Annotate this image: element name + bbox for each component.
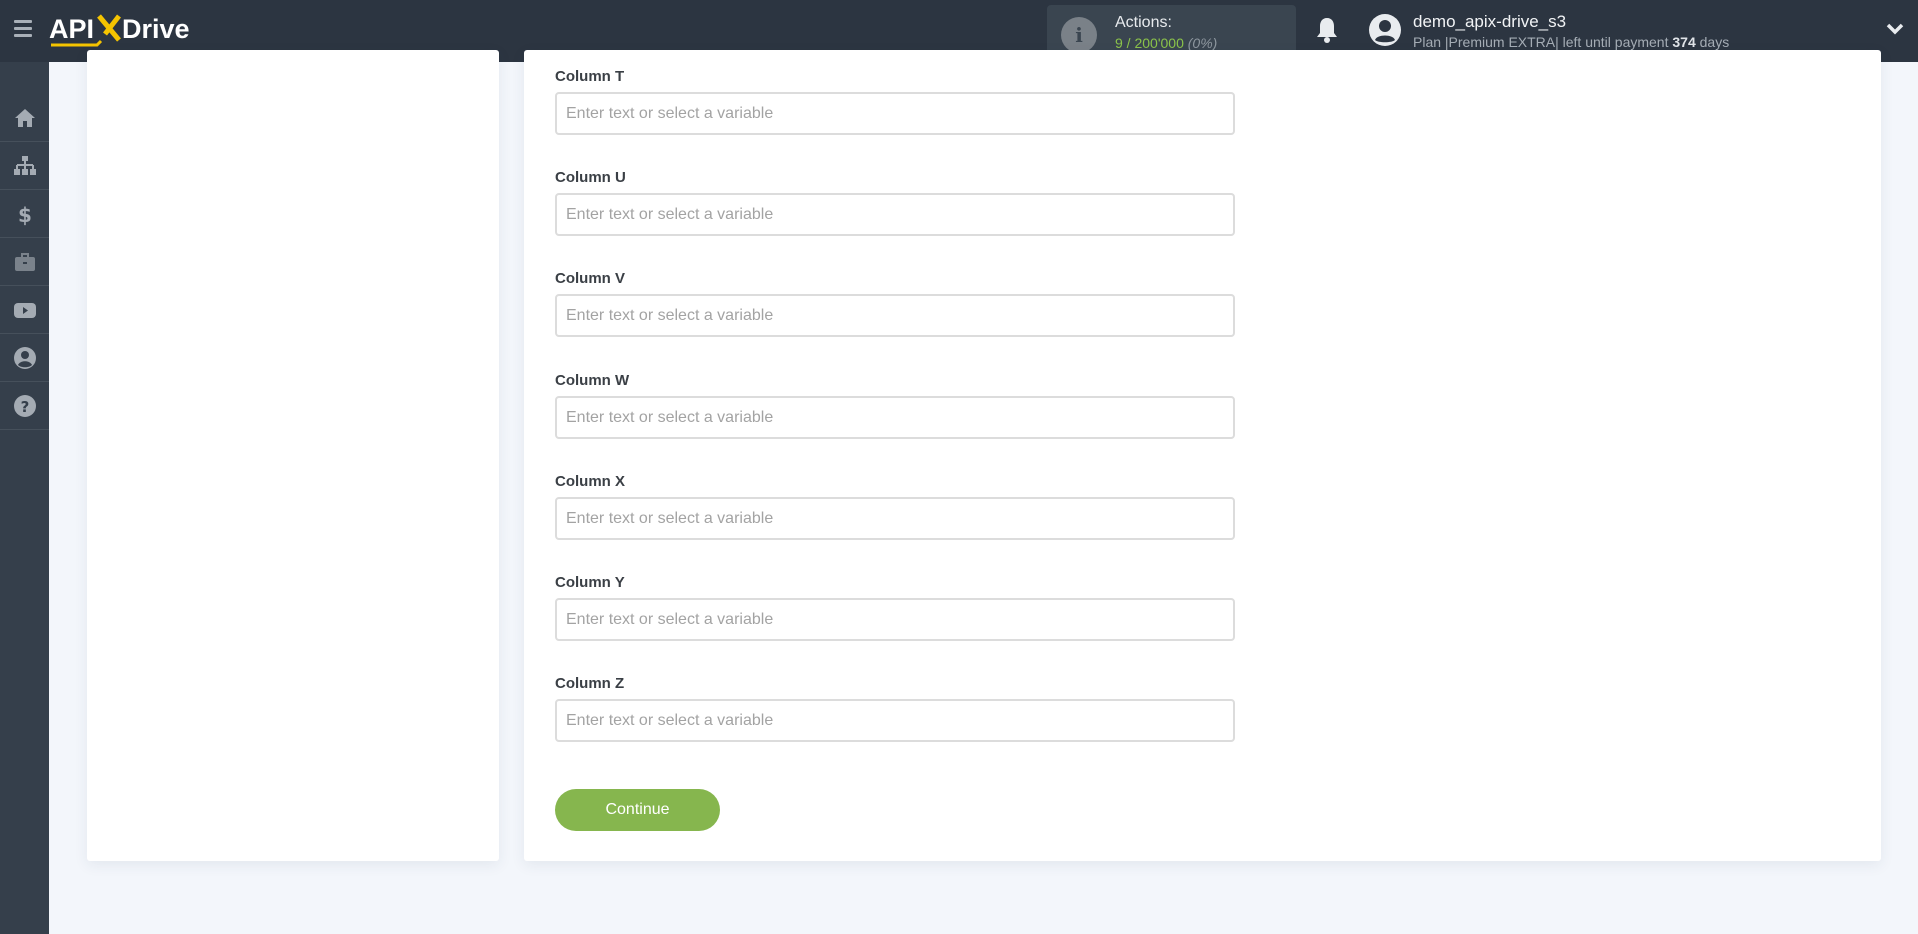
menu-burger-icon[interactable] xyxy=(14,20,32,38)
field-column-t: Column T xyxy=(555,68,1235,135)
bell-icon[interactable] xyxy=(1315,16,1339,44)
field-mapping-form: Column T Column U Column V Column W Colu… xyxy=(524,50,1881,861)
sidebar-item-services[interactable] xyxy=(0,238,49,286)
actions-percent: (0%) xyxy=(1187,35,1218,51)
sidebar-item-home[interactable] xyxy=(0,94,49,142)
actions-used: 9 xyxy=(1115,35,1123,51)
column-z-input[interactable] xyxy=(555,699,1235,742)
sidebar-item-videos[interactable] xyxy=(0,286,49,334)
field-label: Column V xyxy=(555,270,625,287)
svg-text:API: API xyxy=(49,14,94,44)
sidebar-item-help[interactable]: ? xyxy=(0,382,49,430)
field-column-w: Column W xyxy=(555,372,1235,439)
field-column-y: Column Y xyxy=(555,574,1235,641)
briefcase-icon xyxy=(14,252,35,271)
user-avatar-icon[interactable] xyxy=(1369,14,1401,46)
plan-days: 374 xyxy=(1672,34,1696,50)
question-circle-icon: ? xyxy=(13,394,36,417)
actions-label: Actions: xyxy=(1115,14,1172,31)
svg-text:Drive: Drive xyxy=(122,14,190,44)
field-label: Column U xyxy=(555,169,626,186)
field-label: Column Z xyxy=(555,675,625,692)
plan-prefix: Plan |Premium EXTRA| left until payment xyxy=(1413,34,1673,50)
sidebar: $ ? xyxy=(0,62,49,934)
home-icon xyxy=(14,108,35,127)
actions-counter: i Actions: 9 / 200'000 (0%) xyxy=(1047,5,1296,55)
youtube-icon xyxy=(13,302,36,318)
field-label: Column X xyxy=(555,473,625,490)
column-v-input[interactable] xyxy=(555,294,1235,337)
field-column-z: Column Z xyxy=(555,675,1235,742)
column-t-input[interactable] xyxy=(555,92,1235,135)
column-w-input[interactable] xyxy=(555,396,1235,439)
actions-value: 9 / 200'000 (0%) xyxy=(1115,35,1217,51)
sidebar-item-account[interactable] xyxy=(0,334,49,382)
field-column-v: Column V xyxy=(555,270,1235,337)
sidebar-item-connections[interactable] xyxy=(0,142,49,190)
svg-text:?: ? xyxy=(20,398,29,416)
column-x-input[interactable] xyxy=(555,497,1235,540)
chevron-down-icon[interactable] xyxy=(1886,22,1904,36)
actions-separator: / xyxy=(1122,35,1135,51)
field-label: Column T xyxy=(555,68,625,85)
user-name[interactable]: demo_apix-drive_s3 xyxy=(1413,12,1566,32)
left-panel xyxy=(87,50,499,861)
svg-text:$: $ xyxy=(18,203,32,226)
info-icon: i xyxy=(1061,17,1097,53)
actions-total: 200'000 xyxy=(1134,35,1184,51)
user-circle-icon xyxy=(13,346,36,369)
field-column-x: Column X xyxy=(555,473,1235,540)
plan-info: Plan |Premium EXTRA| left until payment … xyxy=(1413,34,1729,50)
field-column-u: Column U xyxy=(555,169,1235,236)
sitemap-icon xyxy=(13,155,36,175)
column-u-input[interactable] xyxy=(555,193,1235,236)
field-label: Column W xyxy=(555,372,630,389)
continue-button[interactable]: Continue xyxy=(555,789,720,831)
dollar-icon: $ xyxy=(18,203,32,226)
field-label: Column Y xyxy=(555,574,625,591)
apixdrive-logo[interactable]: API Drive xyxy=(49,10,209,50)
plan-suffix: days xyxy=(1695,34,1730,50)
sidebar-item-billing[interactable]: $ xyxy=(0,190,49,238)
column-y-input[interactable] xyxy=(555,598,1235,641)
